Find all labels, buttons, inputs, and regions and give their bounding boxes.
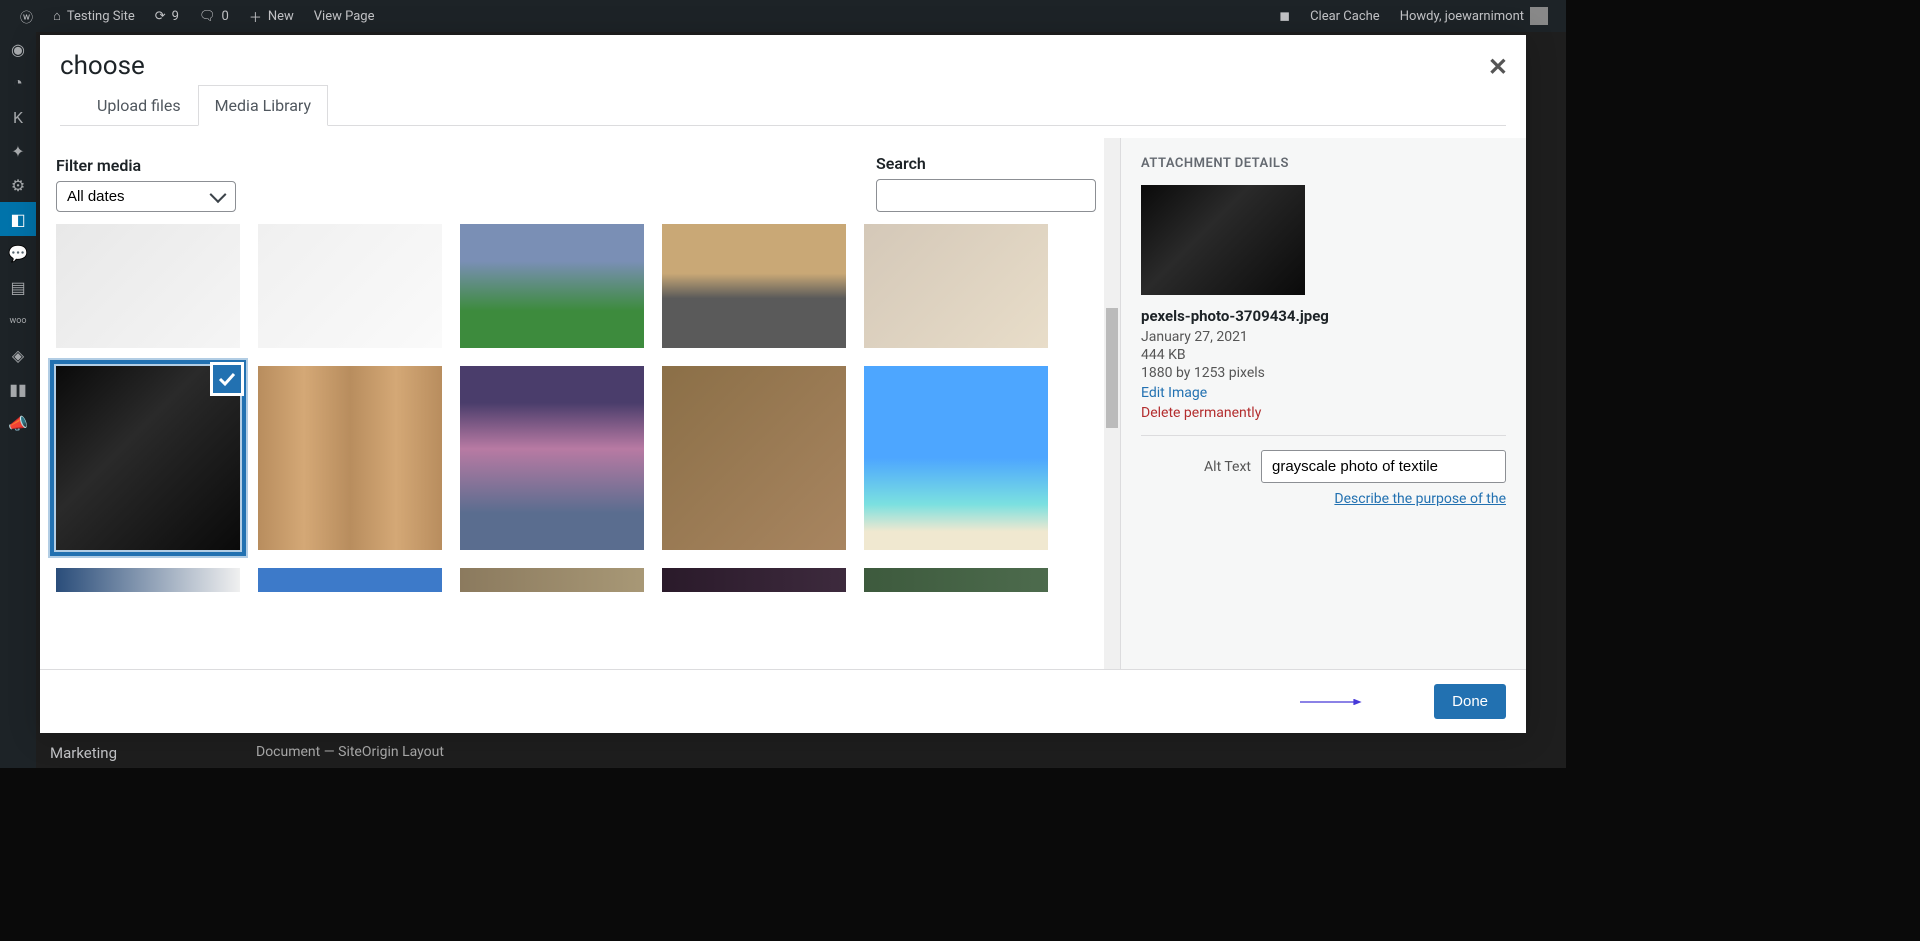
sidebar-item-package[interactable]: ◈ xyxy=(0,338,36,372)
date-filter-select[interactable]: All dates xyxy=(56,181,236,212)
media-thumb[interactable] xyxy=(864,568,1048,592)
attachment-details-heading: ATTACHMENT DETAILS xyxy=(1141,156,1506,171)
media-thumb[interactable] xyxy=(662,224,846,348)
sidebar-item-posts[interactable]: ◔ xyxy=(0,66,36,100)
sidebar-item-layout[interactable]: ▤ xyxy=(0,270,36,304)
done-button[interactable]: Done xyxy=(1434,684,1506,719)
media-thumb[interactable] xyxy=(662,568,846,592)
breadcrumb: Document — SiteOrigin Layout xyxy=(256,744,444,760)
attachment-preview xyxy=(1141,185,1305,295)
sidebar-item-marketing[interactable]: 📣 xyxy=(0,406,36,440)
alt-text-label: Alt Text xyxy=(1141,459,1251,475)
media-thumb[interactable] xyxy=(662,366,846,550)
attachment-date: January 27, 2021 xyxy=(1141,329,1506,345)
media-thumb[interactable] xyxy=(460,366,644,550)
comments-link[interactable]: 🗨 0 xyxy=(189,9,239,24)
sidebar-item-k[interactable]: K xyxy=(0,100,36,134)
attachment-details-panel: ATTACHMENT DETAILS pexels-photo-3709434.… xyxy=(1120,138,1526,669)
close-icon[interactable]: ✕ xyxy=(1488,53,1508,81)
media-thumb[interactable] xyxy=(258,224,442,348)
filter-media-label: Filter media xyxy=(56,156,236,175)
avatar xyxy=(1530,7,1548,25)
admin-bar: ⓦ ⌂ Testing Site ⟳ 9 🗨 0 ＋ New View Page… xyxy=(0,0,1566,32)
view-page-link[interactable]: View Page xyxy=(304,9,385,24)
tab-upload-files[interactable]: Upload files xyxy=(80,85,198,126)
home-icon: ⌂ xyxy=(53,8,61,24)
tab-media-library[interactable]: Media Library xyxy=(198,85,328,126)
sidebar-item-comments[interactable]: 💬 xyxy=(0,236,36,270)
arrow-annotation xyxy=(1230,699,1430,705)
admin-sidebar: ◉ ◔ K ✦ ⚙ ◧ 💬 ▤ woo ◈ ▮▮ 📣 xyxy=(0,32,36,768)
attachment-filename: pexels-photo-3709434.jpeg xyxy=(1141,307,1506,325)
scrollbar[interactable] xyxy=(1104,138,1120,669)
sidebar-item-settings[interactable]: ⚙ xyxy=(0,168,36,202)
wp-logo[interactable]: ⓦ xyxy=(10,7,43,26)
alt-text-input[interactable] xyxy=(1261,450,1506,483)
media-thumb[interactable] xyxy=(56,568,240,592)
media-thumb[interactable] xyxy=(258,366,442,550)
refresh-icon: ⟳ xyxy=(155,9,166,24)
media-thumb[interactable] xyxy=(56,224,240,348)
site-name-link[interactable]: ⌂ Testing Site xyxy=(43,8,145,24)
media-thumb[interactable] xyxy=(460,568,644,592)
edit-image-link[interactable]: Edit Image xyxy=(1141,385,1506,401)
sidebar-item-analytics[interactable]: ▮▮ xyxy=(0,372,36,406)
media-modal: choose ✕ Upload files Media Library Filt… xyxy=(40,35,1526,733)
delete-permanently-link[interactable]: Delete permanently xyxy=(1141,405,1506,421)
new-content-link[interactable]: ＋ New xyxy=(239,7,304,26)
check-icon[interactable] xyxy=(210,362,244,396)
describe-purpose-link[interactable]: Describe the purpose of the xyxy=(1141,491,1506,507)
attachment-filesize: 444 KB xyxy=(1141,347,1506,363)
media-thumb-selected[interactable] xyxy=(56,366,240,550)
user-greeting[interactable]: Howdy, joewarnimont xyxy=(1390,7,1558,25)
sidebar-text-marketing: Marketing xyxy=(50,744,117,762)
search-input[interactable] xyxy=(876,179,1096,212)
search-label: Search xyxy=(876,154,1096,173)
sidebar-item-dashboard[interactable]: ◉ xyxy=(0,32,36,66)
media-thumb[interactable] xyxy=(258,568,442,592)
notification-icon[interactable]: ◼ xyxy=(1269,9,1300,24)
modal-title: choose xyxy=(60,51,1506,81)
sidebar-item-pin[interactable]: ✦ xyxy=(0,134,36,168)
sidebar-item-media[interactable]: ◧ xyxy=(0,202,36,236)
media-thumb[interactable] xyxy=(864,224,1048,348)
clear-cache-link[interactable]: Clear Cache xyxy=(1300,9,1390,24)
attachment-dimensions: 1880 by 1253 pixels xyxy=(1141,365,1506,381)
updates-link[interactable]: ⟳ 9 xyxy=(145,9,189,24)
media-thumb[interactable] xyxy=(864,366,1048,550)
media-thumb[interactable] xyxy=(460,224,644,348)
plus-icon: ＋ xyxy=(249,7,262,26)
sidebar-item-woo[interactable]: woo xyxy=(0,304,36,338)
comment-icon: 🗨 xyxy=(199,9,216,24)
